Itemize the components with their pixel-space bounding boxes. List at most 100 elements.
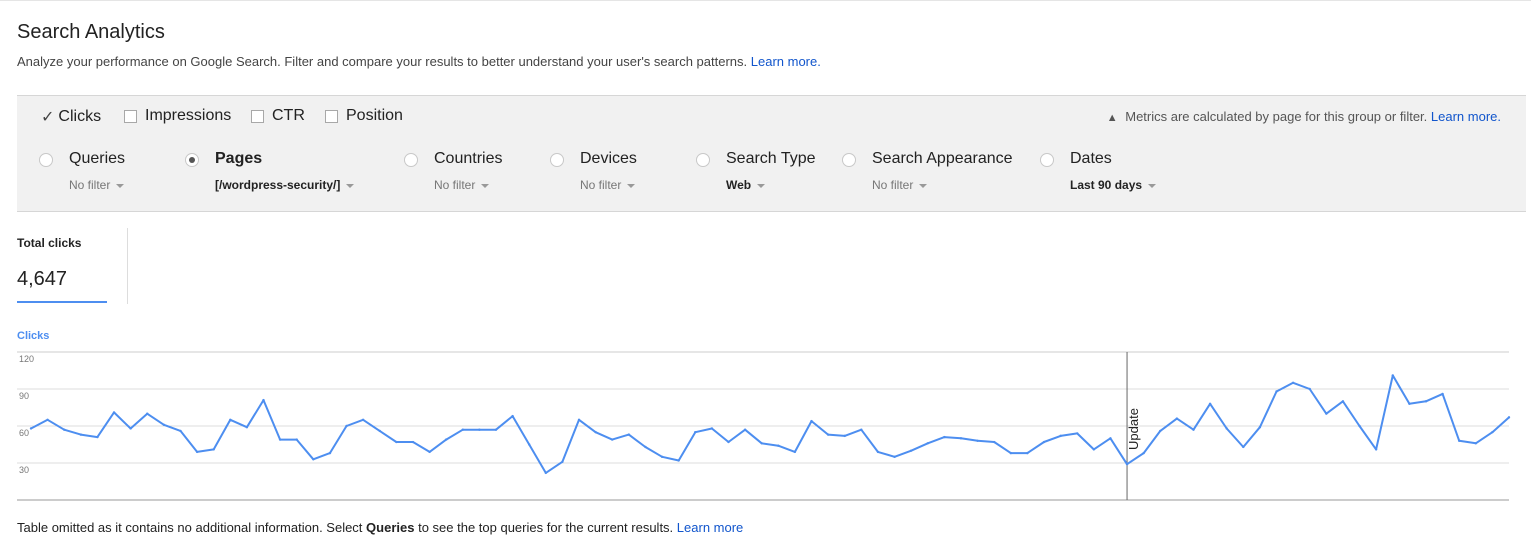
metric-position[interactable]: Position — [325, 107, 403, 125]
data-point[interactable] — [561, 460, 564, 463]
data-point[interactable] — [1059, 434, 1062, 438]
data-point[interactable] — [959, 437, 963, 440]
data-point[interactable] — [278, 438, 282, 441]
data-point[interactable] — [1076, 432, 1079, 435]
data-point[interactable] — [1507, 416, 1511, 419]
data-point[interactable] — [1009, 451, 1012, 455]
data-point[interactable] — [644, 445, 647, 449]
data-point[interactable] — [1325, 412, 1328, 415]
data-point[interactable] — [943, 435, 946, 439]
data-point[interactable] — [461, 428, 464, 431]
data-point[interactable] — [860, 428, 863, 431]
metric-impressions[interactable]: Impressions — [124, 107, 231, 125]
data-point[interactable] — [411, 440, 415, 444]
data-point[interactable] — [179, 429, 182, 433]
data-point[interactable] — [1308, 387, 1311, 391]
filter-pages-value[interactable]: [/wordpress-security/] — [215, 178, 355, 192]
data-point[interactable] — [345, 424, 348, 428]
data-point[interactable] — [727, 440, 730, 444]
data-point[interactable] — [1341, 400, 1345, 403]
data-point[interactable] — [112, 411, 116, 414]
data-point[interactable] — [976, 439, 979, 442]
data-point[interactable] — [395, 440, 398, 444]
data-point[interactable] — [511, 414, 514, 418]
learn-more-link[interactable]: Learn more. — [751, 54, 821, 69]
data-point[interactable] — [212, 448, 215, 451]
filter-devices-value[interactable]: No filter — [580, 178, 636, 192]
data-point[interactable] — [909, 449, 913, 452]
data-point[interactable] — [494, 428, 498, 431]
data-point[interactable] — [577, 418, 581, 422]
dates-radio[interactable] — [1040, 153, 1054, 167]
data-point[interactable] — [444, 438, 448, 441]
data-point[interactable] — [478, 428, 481, 431]
data-point[interactable] — [710, 427, 714, 430]
data-point[interactable] — [1042, 440, 1046, 444]
metrics-learn-more-link[interactable]: Learn more. — [1431, 109, 1501, 124]
filter-queries-value[interactable]: No filter — [69, 178, 125, 192]
data-point[interactable] — [528, 443, 531, 446]
data-point[interactable] — [893, 455, 896, 459]
data-point[interactable] — [1109, 437, 1112, 440]
data-point[interactable] — [1208, 402, 1212, 405]
data-point[interactable] — [262, 398, 265, 402]
data-point[interactable] — [1474, 442, 1477, 445]
data-point[interactable] — [1358, 424, 1361, 428]
pages-radio[interactable] — [185, 153, 199, 167]
data-point[interactable] — [1175, 417, 1179, 420]
data-point[interactable] — [46, 418, 49, 422]
data-point[interactable] — [743, 428, 747, 431]
data-point[interactable] — [1391, 374, 1394, 377]
data-point[interactable] — [1242, 445, 1245, 449]
data-point[interactable] — [544, 471, 548, 475]
data-point[interactable] — [876, 450, 880, 454]
data-point[interactable] — [1424, 400, 1428, 403]
data-point[interactable] — [1258, 426, 1262, 429]
data-point[interactable] — [1142, 451, 1145, 455]
filter-dates-value[interactable]: Last 90 days — [1070, 178, 1157, 192]
data-point[interactable] — [992, 440, 996, 444]
data-point[interactable] — [79, 433, 83, 436]
data-point[interactable] — [1026, 451, 1029, 455]
data-point[interactable] — [129, 427, 132, 430]
data-point[interactable] — [1291, 381, 1295, 385]
data-point[interactable] — [1441, 392, 1444, 396]
queries-radio[interactable] — [39, 153, 53, 167]
metric-clicks[interactable]: ✓ Clicks — [41, 107, 101, 127]
data-point[interactable] — [826, 433, 830, 436]
data-point[interactable] — [1125, 463, 1129, 466]
data-point[interactable] — [611, 438, 614, 441]
data-point[interactable] — [361, 418, 365, 422]
data-point[interactable] — [760, 442, 763, 445]
footer-learn-more-link[interactable]: Learn more — [677, 520, 743, 535]
data-point[interactable] — [29, 427, 33, 430]
data-point[interactable] — [1192, 428, 1195, 431]
data-point[interactable] — [1408, 402, 1411, 405]
data-point[interactable] — [328, 451, 332, 455]
data-point[interactable] — [677, 459, 680, 462]
metric-ctr[interactable]: CTR — [251, 107, 305, 125]
filter-search-type-value[interactable]: Web — [726, 178, 766, 192]
position-checkbox[interactable] — [325, 109, 338, 123]
search-appearance-radio[interactable] — [842, 153, 856, 167]
data-point[interactable] — [96, 435, 99, 439]
data-point[interactable] — [1491, 430, 1494, 434]
data-point[interactable] — [777, 444, 780, 447]
data-point[interactable] — [229, 418, 232, 422]
data-point[interactable] — [694, 430, 697, 434]
data-point[interactable] — [594, 430, 597, 434]
data-point[interactable] — [295, 438, 298, 441]
data-point[interactable] — [660, 455, 664, 459]
data-point[interactable] — [378, 429, 381, 433]
ctr-checkbox[interactable] — [251, 109, 264, 123]
data-point[interactable] — [1225, 427, 1228, 430]
data-point[interactable] — [162, 423, 166, 426]
data-point[interactable] — [627, 433, 631, 436]
data-point[interactable] — [843, 434, 846, 438]
total-clicks-card[interactable]: Total clicks 4,647 — [17, 228, 128, 304]
data-point[interactable] — [926, 442, 929, 445]
data-point[interactable] — [1159, 429, 1162, 433]
filter-search-appearance-value[interactable]: No filter — [872, 178, 928, 192]
data-point[interactable] — [793, 450, 797, 454]
data-point[interactable] — [312, 458, 315, 461]
